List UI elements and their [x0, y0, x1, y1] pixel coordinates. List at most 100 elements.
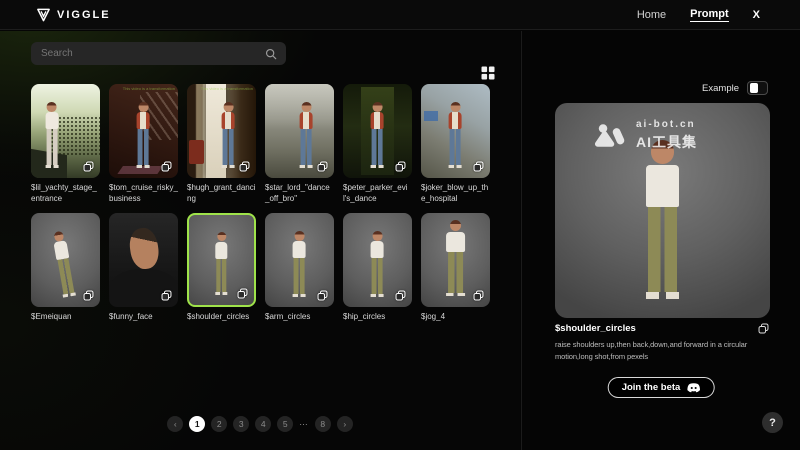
watermark-site: ai-bot.cn — [636, 119, 697, 130]
thumbnail-hugh_grant_dancing[interactable]: This video is a transformation $hugh_gra… — [187, 84, 256, 213]
preview-description: raise shoulders up,then back,down,and fo… — [555, 339, 765, 364]
watermark-name: AI工具集 — [636, 132, 697, 152]
thumbnail-label: $Emeiquan — [31, 312, 100, 323]
thumbnail-image[interactable] — [187, 213, 256, 307]
prev-button[interactable]: ‹ — [167, 416, 183, 432]
thumbnail-label: $lil_yachty_stage_entrance — [31, 183, 100, 205]
thumbnail-image[interactable]: This video is a transformation — [109, 84, 178, 178]
example-label: Example — [702, 83, 739, 94]
page-button-4[interactable]: 4 — [255, 416, 271, 432]
thumbnail-label: $hugh_grant_dancing — [187, 183, 256, 205]
copy-badge-icon — [238, 160, 251, 173]
person-figure — [287, 231, 312, 301]
thumbnail-jog_4[interactable]: $jog_4 — [421, 213, 490, 342]
thumbnail-funny_face[interactable]: $funny_face — [109, 213, 178, 342]
watermark-text: ai-bot.cn AI工具集 — [636, 119, 697, 152]
ellipsis-button: ⋯ — [299, 416, 309, 432]
page-button-5[interactable]: 5 — [277, 416, 293, 432]
browse-panel: $lil_yachty_stage_entrance This video is… — [0, 31, 520, 450]
person-figure — [443, 102, 468, 172]
search-icon — [265, 48, 277, 60]
preview-panel: Example ai-bot.cn AI工具集 $shoulder_circle… — [521, 31, 800, 450]
template-grid: $lil_yachty_stage_entrance This video is… — [31, 84, 490, 342]
copy-badge-icon — [472, 160, 485, 173]
join-beta-label: Join the beta — [622, 382, 681, 393]
top-bar: VIGGLE Home Prompt X — [0, 0, 800, 30]
thumbnail-label: $funny_face — [109, 312, 178, 323]
join-beta-button[interactable]: Join the beta — [608, 377, 715, 398]
page-button-1[interactable]: 1 — [189, 416, 205, 432]
person-figure — [131, 102, 156, 172]
toggle-knob — [750, 83, 758, 93]
copy-badge-icon — [82, 289, 95, 302]
thumbnail-image[interactable]: This video is a transformation — [187, 84, 256, 178]
preview-title: $shoulder_circles — [555, 323, 636, 334]
thumbnail-image[interactable] — [421, 84, 490, 178]
copy-badge-icon — [160, 289, 173, 302]
person-figure — [365, 231, 390, 301]
discord-icon — [686, 383, 700, 393]
thumbnail-image[interactable] — [109, 213, 178, 307]
thumbnail-image[interactable] — [343, 84, 412, 178]
thumbnail-joker_blow_up_the_hospital[interactable]: $joker_blow_up_the_hospital — [421, 84, 490, 213]
copy-badge-icon — [316, 289, 329, 302]
top-nav: Home Prompt X — [637, 0, 760, 30]
thumbnail-peter_parker_evils_dance[interactable]: $peter_parker_evil's_dance — [343, 84, 412, 213]
pagination: ‹ 12345 ⋯ 8 › — [0, 416, 520, 432]
preview-person-figure — [631, 140, 695, 308]
search-input[interactable] — [31, 48, 265, 59]
thumbnail-label: $star_lord_"dance_off_bro" — [265, 183, 334, 205]
nav-prompt[interactable]: Prompt — [690, 8, 729, 22]
thumbnail-label: $arm_circles — [265, 312, 334, 323]
viggle-logo[interactable]: VIGGLE — [36, 0, 111, 30]
copy-icon[interactable] — [757, 322, 770, 335]
thumbnail-lil_yachty_stage_entrance[interactable]: $lil_yachty_stage_entrance — [31, 84, 100, 213]
thumbnail-hip_circles[interactable]: $hip_circles — [343, 213, 412, 342]
video-note: This video is a transformation — [123, 86, 175, 91]
copy-badge-icon — [472, 289, 485, 302]
copy-badge-icon — [236, 287, 249, 300]
thumbnail-label: $peter_parker_evil's_dance — [343, 183, 412, 205]
thumbnail-image[interactable] — [343, 213, 412, 307]
person-figure — [45, 229, 82, 302]
copy-badge-icon — [394, 160, 407, 173]
page-button-3[interactable]: 3 — [233, 416, 249, 432]
thumbnail-label: $joker_blow_up_the_hospital — [421, 183, 490, 205]
thumbnail-label: $hip_circles — [343, 312, 412, 323]
nav-home[interactable]: Home — [637, 9, 666, 22]
thumbnail-image[interactable] — [265, 213, 334, 307]
person-figure — [365, 102, 390, 172]
search-bar[interactable] — [31, 42, 286, 65]
thumbnail-star_lord_dance_off_bro[interactable]: $star_lord_"dance_off_bro" — [265, 84, 334, 213]
thumbnail-emeiquan[interactable]: $Emeiquan — [31, 213, 100, 342]
thumbnail-image[interactable] — [265, 84, 334, 178]
viggle-v-icon — [36, 8, 51, 22]
example-toggle[interactable] — [747, 81, 768, 95]
person-figure — [438, 220, 474, 301]
copy-badge-icon — [82, 160, 95, 173]
person-figure — [210, 232, 233, 299]
brand-name: VIGGLE — [57, 9, 111, 21]
page-button-2[interactable]: 2 — [211, 416, 227, 432]
thumbnail-shoulder_circles[interactable]: $shoulder_circles — [187, 213, 256, 342]
thumbnail-label: $jog_4 — [421, 312, 490, 323]
thumbnail-label: $tom_cruise_risky_business — [109, 183, 178, 205]
nav-x-icon[interactable]: X — [753, 9, 760, 22]
copy-badge-icon — [316, 160, 329, 173]
thumbnail-image[interactable] — [421, 213, 490, 307]
help-button[interactable]: ? — [762, 412, 783, 433]
copy-badge-icon — [394, 289, 407, 302]
watermark: ai-bot.cn AI工具集 — [593, 119, 697, 152]
copy-badge-icon — [160, 160, 173, 173]
thumbnail-image[interactable] — [31, 84, 100, 178]
example-row: Example — [702, 81, 768, 95]
thumbnail-tom_cruise_risky_business[interactable]: This video is a transformation $tom_crui… — [109, 84, 178, 213]
preview-image[interactable]: ai-bot.cn AI工具集 — [555, 103, 770, 318]
thumbnail-image[interactable] — [31, 213, 100, 307]
thumbnail-label: $shoulder_circles — [187, 312, 256, 323]
grid-view-icon[interactable] — [480, 65, 496, 81]
thumbnail-arm_circles[interactable]: $arm_circles — [265, 213, 334, 342]
person-figure — [39, 102, 64, 172]
next-button[interactable]: › — [337, 416, 353, 432]
page-button-8[interactable]: 8 — [315, 416, 331, 432]
